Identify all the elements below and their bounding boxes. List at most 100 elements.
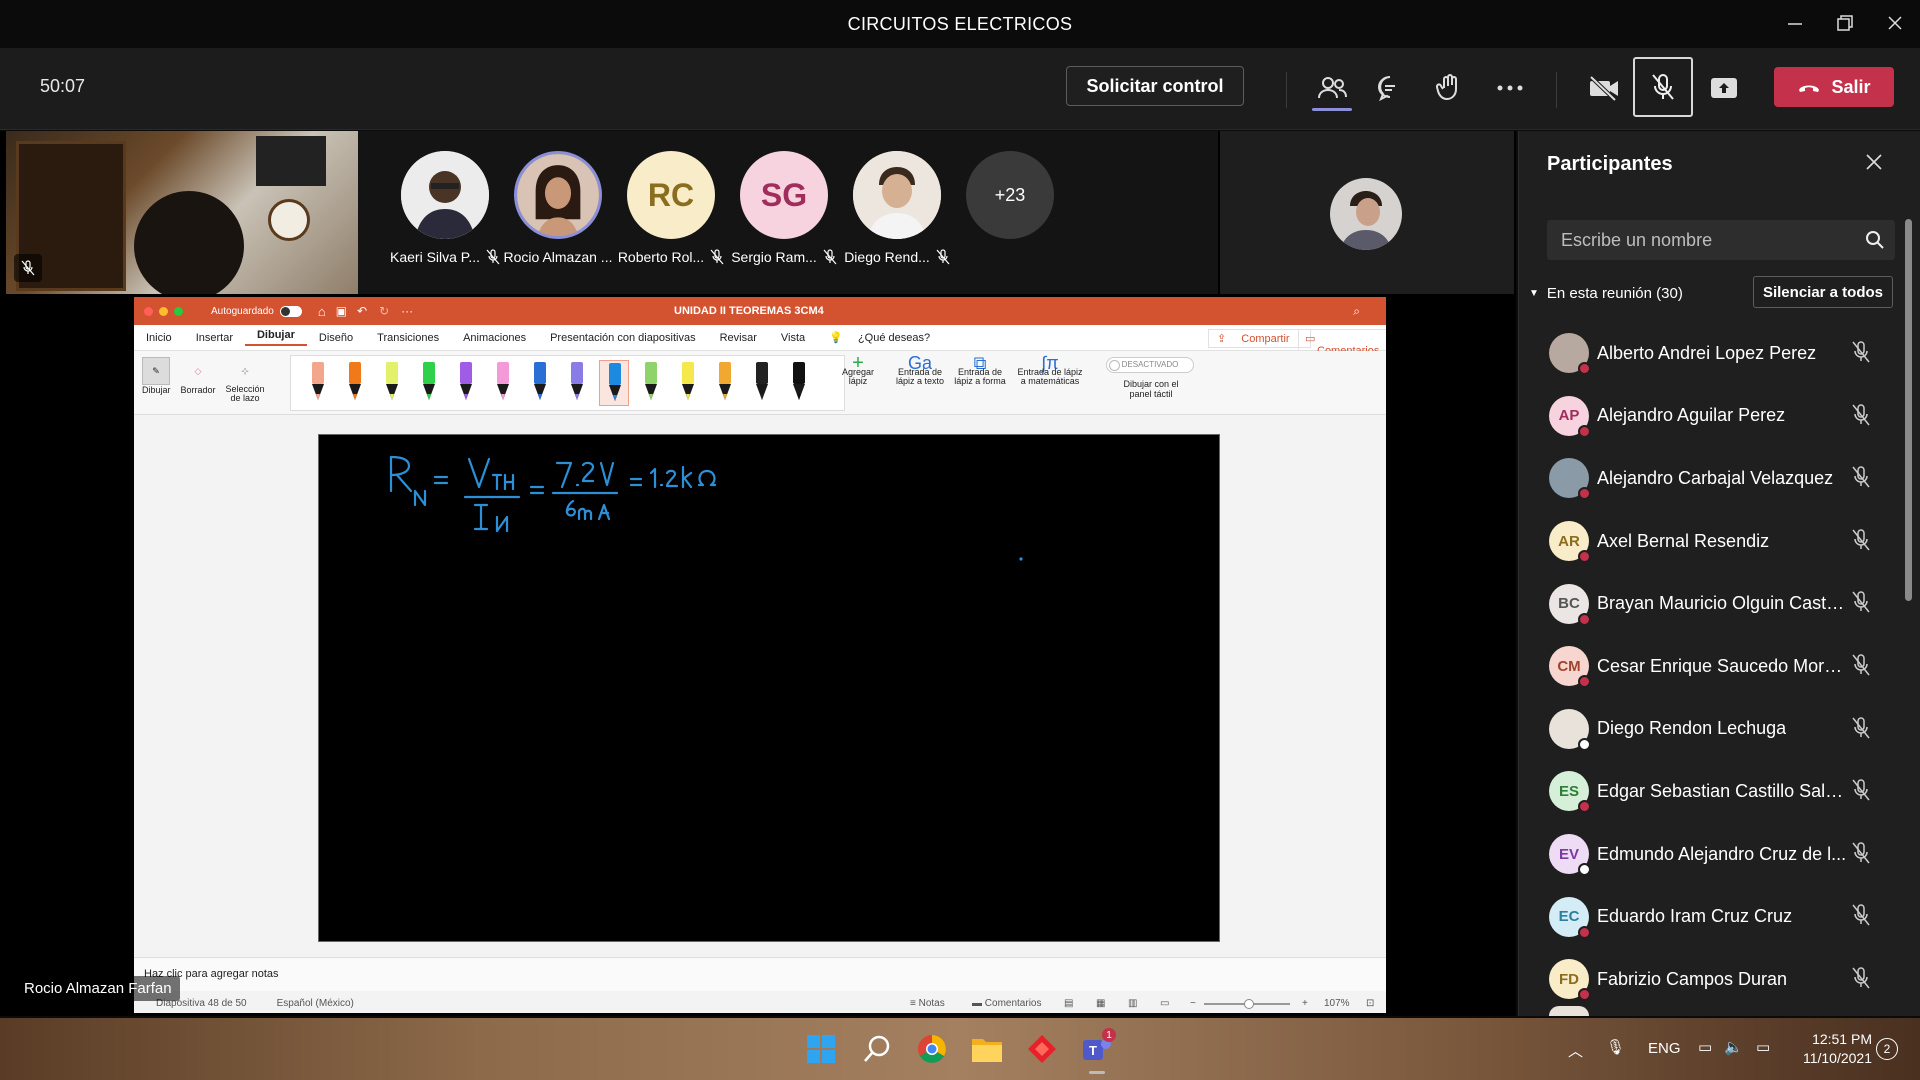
tab-animaciones[interactable]: Animaciones <box>451 332 538 344</box>
draw-tool-button[interactable]: ✎ Dibujar <box>142 357 171 407</box>
pen-swatch[interactable] <box>710 360 740 406</box>
microphone-icon[interactable]: 🎙 <box>1606 1038 1625 1056</box>
pen-swatch[interactable] <box>525 360 555 406</box>
leave-button[interactable]: Salir <box>1774 67 1894 107</box>
participant-row[interactable]: ES Edgar Sebastian Castillo Salga... <box>1519 760 1909 823</box>
ink-to-text-button[interactable]: Ga Entrada de lápiz a texto <box>892 354 948 386</box>
zoom-in-icon[interactable]: + <box>1302 998 1308 1009</box>
normal-view-icon[interactable]: ▤ <box>1064 998 1073 1009</box>
camera-toggle-button[interactable] <box>1580 64 1628 112</box>
pen-swatch[interactable] <box>747 360 777 406</box>
close-window-button[interactable] <box>1870 0 1920 46</box>
pen-swatch[interactable] <box>303 360 333 406</box>
undo-icon[interactable]: ↶ <box>357 304 367 318</box>
pen-swatch[interactable] <box>488 360 518 406</box>
slideshow-icon[interactable]: ▭ <box>1160 998 1169 1009</box>
show-participants-button[interactable] <box>1308 64 1356 112</box>
tab-dibujar[interactable]: Dibujar <box>244 329 307 346</box>
battery-icon[interactable]: ▭ <box>1756 1038 1770 1056</box>
redo-icon[interactable]: ↻ <box>379 304 389 318</box>
tab-insertar[interactable]: Insertar <box>184 332 245 344</box>
fit-slide-icon[interactable]: ⊡ <box>1366 998 1374 1009</box>
share-content-button[interactable] <box>1700 64 1748 112</box>
request-control-button[interactable]: Solicitar control <box>1066 66 1244 106</box>
notification-count[interactable]: 2 <box>1876 1038 1898 1060</box>
slide-canvas[interactable] <box>318 434 1220 942</box>
pen-swatch[interactable] <box>377 360 407 406</box>
clock[interactable]: 12:51 PM 11/10/2021 <box>1792 1030 1872 1068</box>
volume-icon[interactable]: 🔈 <box>1724 1038 1743 1056</box>
participant-row[interactable]: EC Eduardo Iram Cruz Cruz <box>1519 885 1909 948</box>
lasso-tool-button[interactable]: ⊹ Selección de lazo <box>222 357 268 413</box>
autosave-toggle[interactable] <box>279 305 302 317</box>
participant-row[interactable]: Alejandro Carbajal Velazquez <box>1519 447 1909 510</box>
toggle-switch[interactable]: DESACTIVADO <box>1106 357 1194 373</box>
close-panel-button[interactable] <box>1865 151 1883 177</box>
mic-toggle-button[interactable] <box>1633 57 1693 117</box>
home-icon[interactable]: ⌂ <box>318 304 326 319</box>
search-icon[interactable]: ⌕ <box>1353 304 1360 319</box>
ink-to-shape-button[interactable]: ⧉ Entrada de lápiz a forma <box>952 354 1008 386</box>
network-icon[interactable]: ▭ <box>1698 1038 1712 1056</box>
notes-toggle[interactable]: ≡ Notas <box>910 998 945 1009</box>
participant-search-input[interactable]: Escribe un nombre <box>1547 220 1895 260</box>
reactions-button[interactable] <box>1426 64 1474 112</box>
notes-pane[interactable]: Haz clic para agregar notas <box>134 957 1386 991</box>
in-meeting-group-header[interactable]: ▼ En esta reunión (30) Silenciar a todos <box>1529 276 1909 310</box>
file-explorer-button[interactable] <box>970 1032 1004 1066</box>
mute-all-button[interactable]: Silenciar a todos <box>1753 276 1893 308</box>
share-button[interactable]: ⇪ Compartir <box>1208 329 1311 348</box>
input-language[interactable]: ENG <box>1648 1040 1681 1057</box>
start-button[interactable] <box>804 1032 838 1066</box>
participant-row[interactable]: FD Fabrizio Campos Duran <box>1519 948 1909 1011</box>
taskbar-search-button[interactable] <box>860 1032 894 1066</box>
more-actions-button[interactable] <box>1486 64 1534 112</box>
tab-inicio[interactable]: Inicio <box>134 332 184 344</box>
tab-diseno[interactable]: Diseño <box>307 332 365 344</box>
pen-swatch[interactable] <box>414 360 444 406</box>
participant-row[interactable]: CM Cesar Enrique Saucedo Moreno <box>1519 635 1909 698</box>
tell-me-search[interactable]: 💡 ¿Qué deseas? <box>817 331 954 344</box>
more-participants-tile[interactable]: +23 <box>955 151 1065 239</box>
participant-row[interactable]: Diego Rendon Lechuga <box>1519 698 1909 761</box>
zoom-slider[interactable] <box>1204 999 1290 1009</box>
pen-swatch[interactable] <box>636 360 666 406</box>
participant-row[interactable]: AR Axel Bernal Resendiz <box>1519 510 1909 573</box>
pen-swatch[interactable] <box>784 360 814 406</box>
pen-swatch[interactable] <box>599 360 629 406</box>
panel-scrollbar[interactable] <box>1905 219 1912 601</box>
app-button[interactable] <box>1025 1032 1059 1066</box>
self-view-tile[interactable] <box>1220 131 1514 294</box>
teams-button[interactable]: T 1 <box>1080 1028 1116 1074</box>
reading-view-icon[interactable]: ▥ <box>1128 998 1137 1009</box>
zoom-out-icon[interactable]: − <box>1190 998 1196 1009</box>
pen-swatch[interactable] <box>562 360 592 406</box>
participant-tile[interactable]: Diego Rend... <box>842 151 952 265</box>
participant-tile-speaking[interactable]: Rocio Almazan ... <box>503 151 613 265</box>
sorter-view-icon[interactable]: ▦ <box>1096 998 1105 1009</box>
eraser-tool-button[interactable]: ◇ Borrador <box>178 357 218 407</box>
participant-tile[interactable]: RC Roberto Rol... <box>616 151 726 265</box>
touchpad-draw-toggle[interactable]: DESACTIVADO Dibujar con el panel táctil <box>1106 357 1196 399</box>
pen-swatch[interactable] <box>451 360 481 406</box>
minimize-button[interactable] <box>1770 0 1820 46</box>
participant-row[interactable]: EV Edmundo Alejandro Cruz de l... <box>1519 823 1909 886</box>
save-icon[interactable]: ▣ <box>336 304 347 318</box>
tab-vista[interactable]: Vista <box>769 332 817 344</box>
restore-button[interactable] <box>1820 0 1870 46</box>
video-tile[interactable] <box>6 131 358 294</box>
comments-toggle[interactable]: ▬ Comentarios <box>972 998 1041 1009</box>
pen-swatch[interactable] <box>340 360 370 406</box>
participant-tile[interactable]: SG Sergio Ram... <box>729 151 839 265</box>
chrome-button[interactable] <box>915 1032 949 1066</box>
more-icon[interactable]: ··· <box>401 304 413 318</box>
chat-button[interactable] <box>1366 64 1414 112</box>
participant-row[interactable]: Alberto Andrei Lopez Perez <box>1519 322 1909 385</box>
ink-to-math-button[interactable]: ∫π Entrada de lápiz a matemáticas <box>1012 354 1088 386</box>
tab-presentacion[interactable]: Presentación con diapositivas <box>538 332 708 344</box>
participant-row[interactable]: AP Alejandro Aguilar Perez <box>1519 385 1909 448</box>
tab-transiciones[interactable]: Transiciones <box>365 332 451 344</box>
participant-tile[interactable]: Kaeri Silva P... <box>390 151 500 265</box>
participant-row[interactable]: BC Brayan Mauricio Olguin Castillo <box>1519 572 1909 635</box>
add-pen-button[interactable]: + Agregar lápiz <box>838 353 878 386</box>
